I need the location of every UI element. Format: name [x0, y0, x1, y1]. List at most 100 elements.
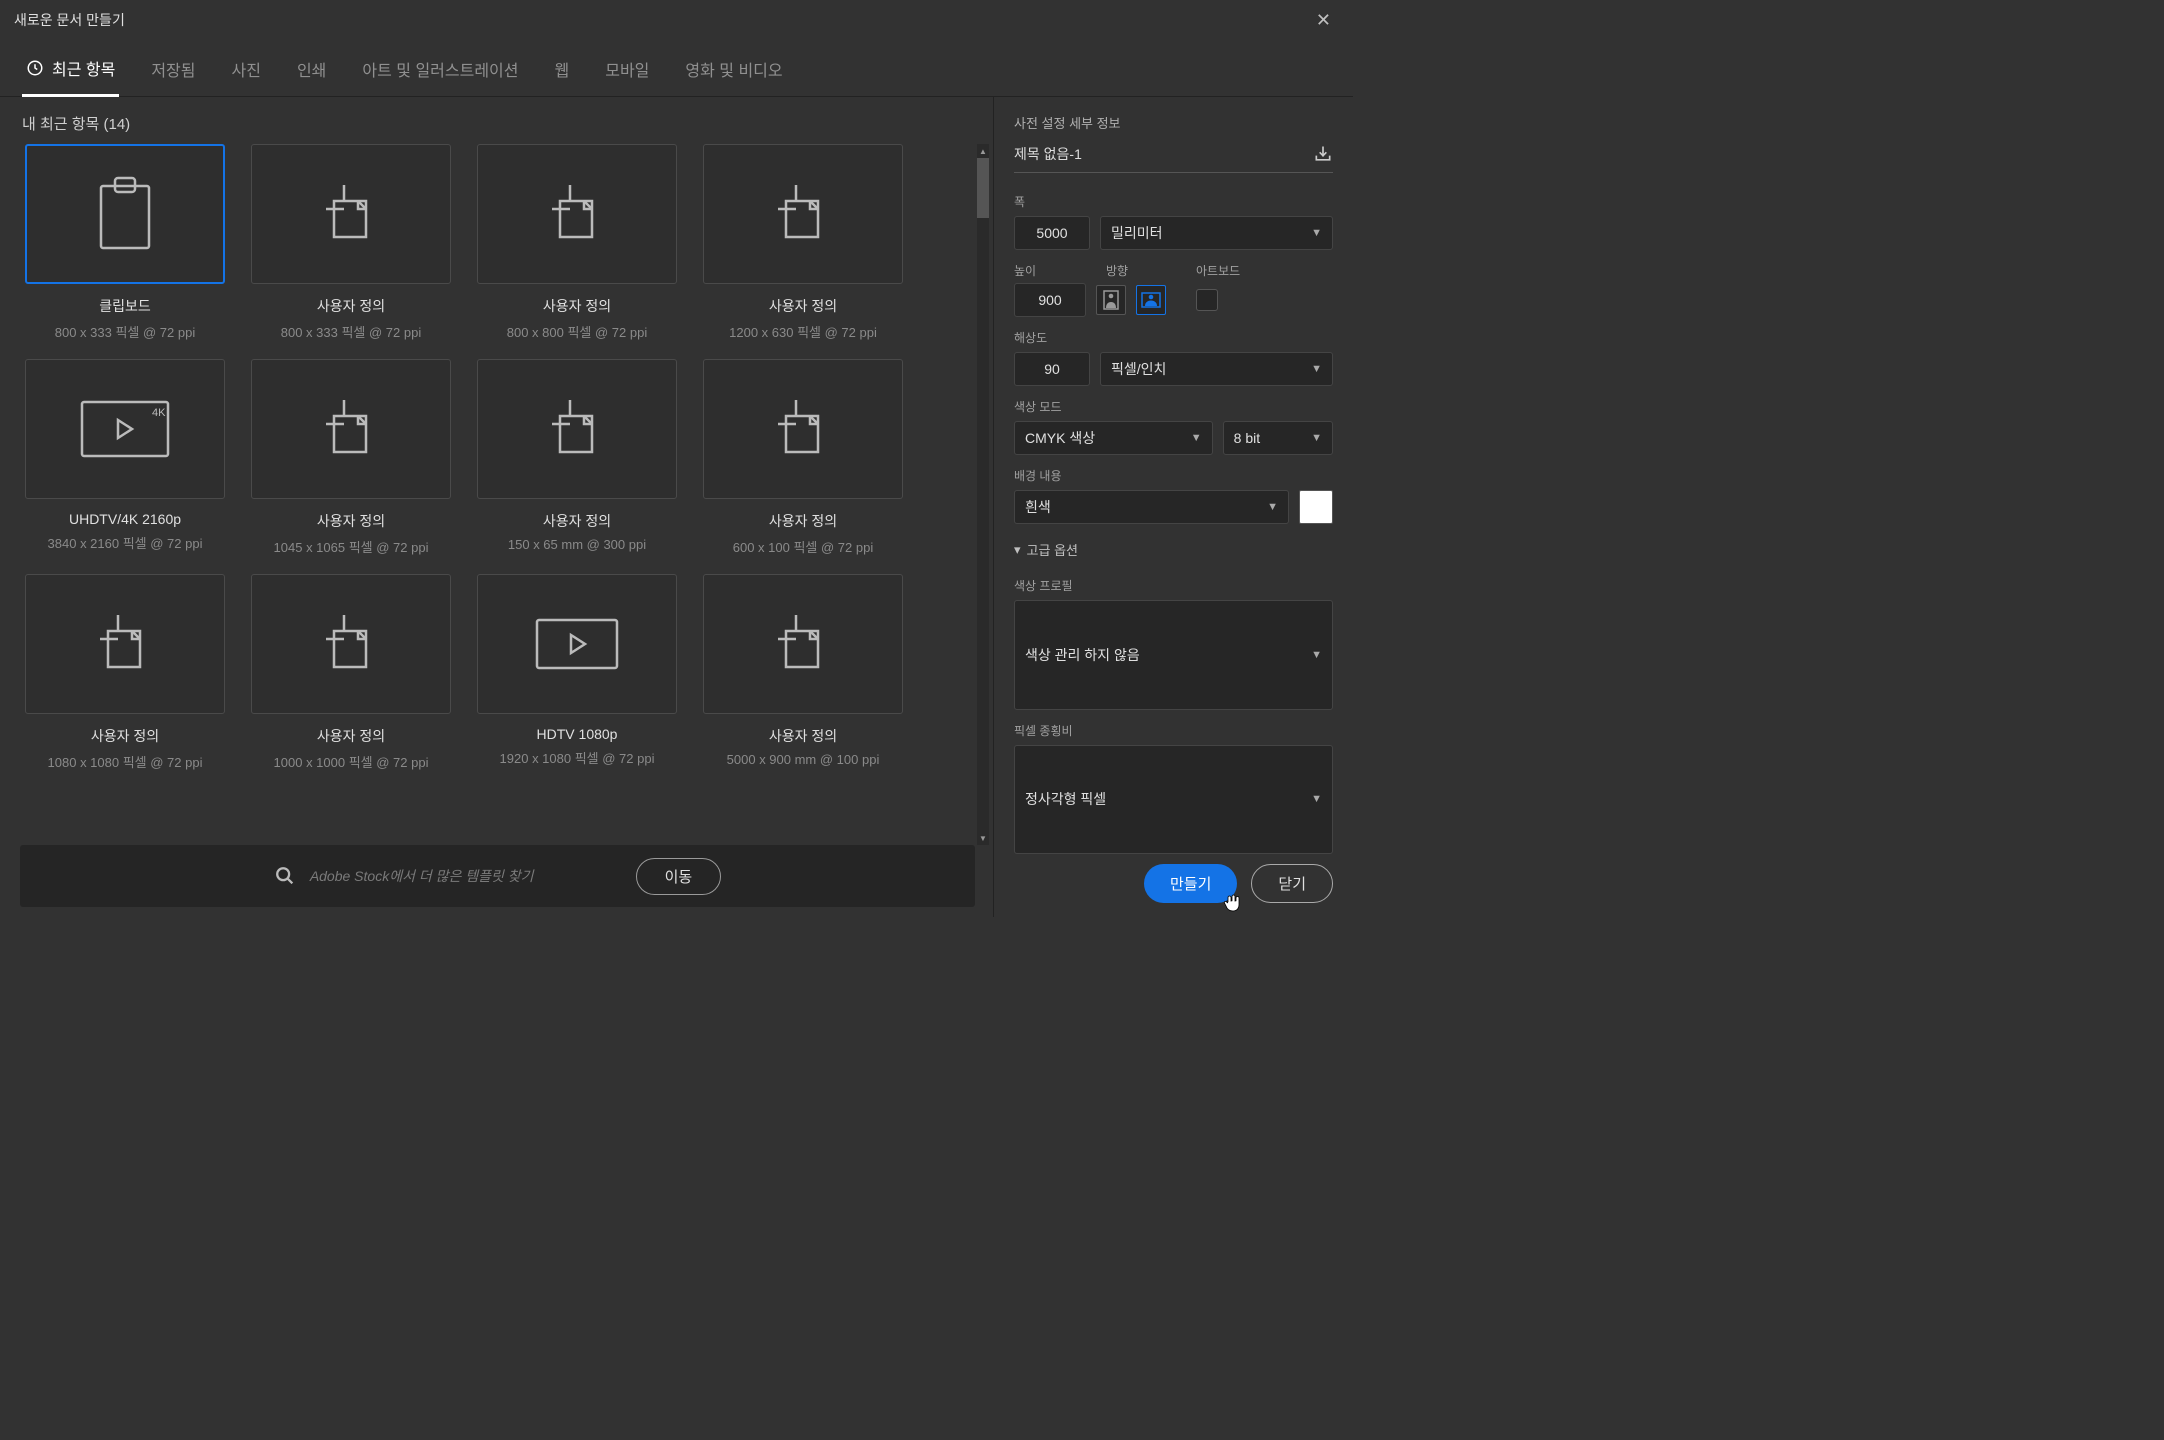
scrollbar-down-icon[interactable]: ▼: [977, 831, 989, 845]
color-profile-select[interactable]: 색상 관리 하지 않음 ▼: [1014, 600, 1333, 710]
preset-title: 사용자 정의: [317, 511, 385, 531]
tab-photo[interactable]: 사진: [228, 47, 265, 95]
width-input[interactable]: [1014, 216, 1090, 250]
cursor-hand-icon: [1223, 893, 1241, 913]
search-icon: [274, 865, 296, 887]
pixel-aspect-select[interactable]: 정사각형 픽셀 ▼: [1014, 745, 1333, 855]
chevron-down-icon: ▼: [1311, 432, 1322, 444]
resolution-label: 해상도: [1014, 329, 1333, 346]
clock-icon: [26, 59, 44, 77]
preset-card[interactable]: 클립보드800 x 333 픽셀 @ 72 ppi: [20, 144, 230, 341]
preset-thumbnail: [477, 359, 677, 499]
preset-dimensions: 800 x 333 픽셀 @ 72 ppi: [281, 322, 421, 341]
preset-dimensions: 600 x 100 픽셀 @ 72 ppi: [733, 537, 873, 556]
resolution-unit-select[interactable]: 픽셀/인치 ▼: [1100, 352, 1333, 386]
background-label: 배경 내용: [1014, 467, 1333, 484]
bitdepth-select[interactable]: 8 bit ▼: [1223, 421, 1333, 455]
document-name-input[interactable]: [1014, 142, 1305, 166]
preset-dimensions: 1080 x 1080 픽셀 @ 72 ppi: [48, 752, 203, 771]
height-label: 높이: [1014, 262, 1096, 279]
height-input[interactable]: [1014, 283, 1086, 317]
preset-dimensions: 3840 x 2160 픽셀 @ 72 ppi: [48, 533, 203, 552]
chevron-down-icon: ▼: [1311, 649, 1322, 661]
preset-card[interactable]: 사용자 정의 800 x 800 픽셀 @ 72 ppi: [472, 144, 682, 341]
close-button[interactable]: 닫기: [1251, 864, 1333, 903]
preset-thumbnail: [251, 574, 451, 714]
tab-art[interactable]: 아트 및 일러스트레이션: [358, 47, 522, 95]
preset-title: 사용자 정의: [317, 726, 385, 746]
preset-title: 사용자 정의: [543, 511, 611, 531]
background-color-swatch[interactable]: [1299, 490, 1333, 524]
stock-go-button[interactable]: 이동: [636, 858, 722, 895]
tab-saved[interactable]: 저장됨: [147, 47, 199, 95]
scrollbar-thumb[interactable]: [977, 158, 989, 218]
tab-web[interactable]: 웹: [551, 47, 574, 95]
svg-text:4K: 4K: [152, 407, 166, 419]
preset-thumbnail: [251, 144, 451, 284]
preset-card[interactable]: 사용자 정의 1045 x 1065 픽셀 @ 72 ppi: [246, 359, 456, 556]
tab-mobile[interactable]: 모바일: [601, 47, 653, 95]
preset-dimensions: 1200 x 630 픽셀 @ 72 ppi: [729, 322, 877, 341]
preset-dimensions: 5000 x 900 mm @ 100 ppi: [727, 752, 880, 767]
color-profile-label: 색상 프로필: [1014, 577, 1333, 594]
orientation-landscape-button[interactable]: [1136, 285, 1166, 315]
preset-card[interactable]: 사용자 정의 1000 x 1000 픽셀 @ 72 ppi: [246, 574, 456, 771]
chevron-down-icon: ▼: [1311, 793, 1322, 805]
preset-title: 사용자 정의: [317, 296, 385, 316]
preset-card[interactable]: 사용자 정의 150 x 65 mm @ 300 ppi: [472, 359, 682, 556]
preset-dimensions: 1045 x 1065 픽셀 @ 72 ppi: [274, 537, 429, 556]
preset-title: 사용자 정의: [769, 726, 837, 746]
width-label: 폭: [1014, 193, 1333, 210]
preset-card[interactable]: 사용자 정의600 x 100 픽셀 @ 72 ppi: [698, 359, 908, 556]
chevron-down-icon: ▼: [1191, 432, 1202, 444]
advanced-options-toggle[interactable]: ▾ 고급 옵션: [1014, 540, 1333, 559]
artboard-checkbox[interactable]: [1196, 289, 1218, 311]
preset-thumbnail: 4K: [25, 359, 225, 499]
preset-thumbnail: [703, 144, 903, 284]
preset-card[interactable]: 사용자 정의 800 x 333 픽셀 @ 72 ppi: [246, 144, 456, 341]
scrollbar-up-icon[interactable]: ▲: [977, 144, 989, 158]
preset-thumbnail: [477, 574, 677, 714]
presets-pane: 내 최근 항목 (14) 클립보드800 x 333 픽셀 @ 72 ppi사용…: [0, 97, 993, 917]
preset-card[interactable]: 사용자 정의 5000 x 900 mm @ 100 ppi: [698, 574, 908, 771]
resolution-input[interactable]: [1014, 352, 1090, 386]
preset-title: 사용자 정의: [543, 296, 611, 316]
close-icon[interactable]: ✕: [1308, 6, 1339, 35]
chevron-down-icon: ▾: [1014, 542, 1021, 558]
orientation-label: 방향: [1106, 262, 1186, 279]
save-preset-icon[interactable]: [1313, 144, 1333, 164]
tab-film[interactable]: 영화 및 비디오: [681, 47, 786, 95]
orientation-portrait-button[interactable]: [1096, 285, 1126, 315]
preset-card[interactable]: 4KUHDTV/4K 2160p3840 x 2160 픽셀 @ 72 ppi: [20, 359, 230, 556]
preset-dimensions: 150 x 65 mm @ 300 ppi: [508, 537, 646, 552]
pixel-aspect-label: 픽셀 종횡비: [1014, 722, 1333, 739]
tab-print[interactable]: 인쇄: [293, 47, 330, 95]
preset-thumbnail: [25, 144, 225, 284]
preset-card[interactable]: HDTV 1080p1920 x 1080 픽셀 @ 72 ppi: [472, 574, 682, 771]
background-select[interactable]: 흰색 ▼: [1014, 490, 1289, 524]
preset-details-pane: 사전 설정 세부 정보 폭 밀리미터 ▼ 높이 방향 아트보드: [993, 97, 1353, 917]
unit-select[interactable]: 밀리미터 ▼: [1100, 216, 1333, 250]
preset-card[interactable]: 사용자 정의 1200 x 630 픽셀 @ 72 ppi: [698, 144, 908, 341]
artboard-label: 아트보드: [1196, 262, 1240, 279]
preset-dimensions: 1000 x 1000 픽셀 @ 72 ppi: [274, 752, 429, 771]
preset-dimensions: 800 x 800 픽셀 @ 72 ppi: [507, 322, 647, 341]
preset-thumbnail: [25, 574, 225, 714]
preset-thumbnail: [703, 359, 903, 499]
stock-search-input[interactable]: Adobe Stock에서 더 많은 템플릿 찾기: [310, 866, 534, 886]
presets-scroll-area[interactable]: 클립보드800 x 333 픽셀 @ 72 ppi 사용자 정의 800 x 333…: [20, 144, 989, 845]
chevron-down-icon: ▼: [1311, 363, 1322, 375]
tab-recent-label: 최근 항목: [52, 56, 115, 80]
colormode-label: 색상 모드: [1014, 398, 1333, 415]
preset-thumbnail: [477, 144, 677, 284]
tab-recent[interactable]: 최근 항목: [22, 46, 119, 97]
preset-card[interactable]: 사용자 정의1080 x 1080 픽셀 @ 72 ppi: [20, 574, 230, 771]
colormode-select[interactable]: CMYK 색상 ▼: [1014, 421, 1213, 455]
preset-title: 사용자 정의: [769, 296, 837, 316]
preset-dimensions: 800 x 333 픽셀 @ 72 ppi: [55, 322, 195, 341]
recent-items-heading: 내 최근 항목 (14): [20, 97, 989, 144]
preset-dimensions: 1920 x 1080 픽셀 @ 72 ppi: [500, 748, 655, 767]
create-button[interactable]: 만들기: [1144, 864, 1237, 903]
category-tabs: 최근 항목 저장됨 사진 인쇄 아트 및 일러스트레이션 웹 모바일 영화 및 …: [0, 40, 1353, 97]
stock-search-bar: Adobe Stock에서 더 많은 템플릿 찾기 이동: [20, 845, 975, 907]
